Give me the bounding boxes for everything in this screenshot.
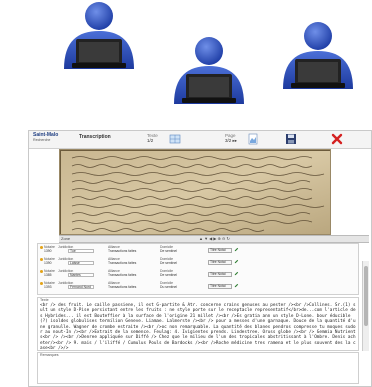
title-select[interactable]: Titre Notai (208, 272, 232, 277)
row-value-3: Transactions faites (108, 249, 137, 253)
transcription-app-window: Saint-Malo Recherche Transcription Texte… (28, 130, 372, 387)
user-icon (174, 37, 244, 104)
vertical-scrollbar[interactable] (362, 261, 369, 351)
form-row: Notaire 1390 Juridiction Laisse Alliance… (38, 257, 358, 267)
row-value-1: 1390 (44, 261, 52, 265)
row-value-3: Transactions faites (108, 273, 137, 277)
brand-subtitle: Recherche (33, 138, 51, 142)
edit-icon[interactable] (234, 271, 239, 276)
title-select[interactable]: Titre Notai (208, 260, 232, 265)
form-row: Notaire 1393 Juridiction Fernand Nord Al… (38, 281, 358, 291)
text-pager: Texte 1/2 (147, 133, 158, 143)
status-dot-icon (40, 270, 43, 273)
status-dot-icon (40, 246, 43, 249)
status-dot-icon (40, 282, 43, 285)
title-select[interactable]: Titre Notai (208, 248, 232, 253)
row-value-4: De sentinel (160, 273, 177, 277)
scrollbar-thumb[interactable] (364, 266, 368, 326)
grid-icon[interactable] (169, 133, 181, 145)
brand-logo[interactable]: Saint-Malo Recherche (33, 132, 58, 142)
transcription-textarea[interactable]: Texte <br /> des fruit. Le caille passie… (37, 297, 359, 351)
save-icon[interactable] (285, 133, 297, 145)
row-value-4: Du sentinel (160, 285, 177, 289)
form-row: Notaire 1385 Juridiction Nantes Alliance… (38, 269, 358, 279)
transcription-label: Texte (40, 298, 49, 302)
edit-icon[interactable] (234, 283, 239, 288)
section-title: Transcription (79, 134, 111, 140)
image-icon[interactable] (247, 133, 259, 145)
row-value-2: Nantes (70, 273, 81, 277)
row-value-3: Transactions faites (108, 285, 137, 289)
row-value-2: Tue (70, 249, 76, 253)
row-value-2: Fernand Nord (70, 285, 91, 289)
row-value-1: 1393 (44, 285, 52, 289)
user-icon (283, 22, 353, 89)
title-select[interactable]: Titre Notai (208, 284, 232, 289)
page-pager: Page 3/2 ▸▸ (225, 133, 237, 144)
edit-icon[interactable] (234, 259, 239, 264)
row-value-3: Transactions faites (108, 261, 137, 265)
edit-icon[interactable] (234, 247, 239, 252)
row-value-4: De sentinel (160, 249, 177, 253)
zone-label: Zone (61, 236, 71, 241)
app-header: Saint-Malo Recherche Transcription Texte… (29, 131, 371, 149)
form-row: Notaire 1390 Juridiction Tue Alliance Tr… (38, 245, 358, 255)
transcription-text[interactable]: <br /> des fruit. Le caille passiene, il… (40, 303, 356, 352)
manuscript-image[interactable] (59, 149, 331, 235)
row-value-4: De sentinel (160, 261, 177, 265)
page-pager-value[interactable]: 3/2 ▸▸ (225, 138, 237, 143)
status-dot-icon (40, 258, 43, 261)
row-value-2: Laisse (70, 261, 80, 265)
users-illustration (0, 0, 372, 130)
notes-textarea[interactable]: Remarques (37, 352, 359, 384)
user-icon (64, 2, 134, 69)
text-pager-value[interactable]: 1/2 (147, 138, 153, 143)
image-controls[interactable]: ▲ ▼ ◀ ▶ ⊕ ⊖ ↻ (199, 236, 230, 241)
row-value-1: 1385 (44, 273, 52, 277)
image-toolbar: Zone ▲ ▼ ◀ ▶ ⊕ ⊖ ↻ (59, 235, 369, 243)
close-icon[interactable] (331, 133, 343, 145)
row-value-1: 1390 (44, 249, 52, 253)
metadata-form: Notaire 1390 Juridiction Tue Alliance Tr… (37, 243, 359, 295)
notes-label: Remarques (40, 353, 59, 357)
